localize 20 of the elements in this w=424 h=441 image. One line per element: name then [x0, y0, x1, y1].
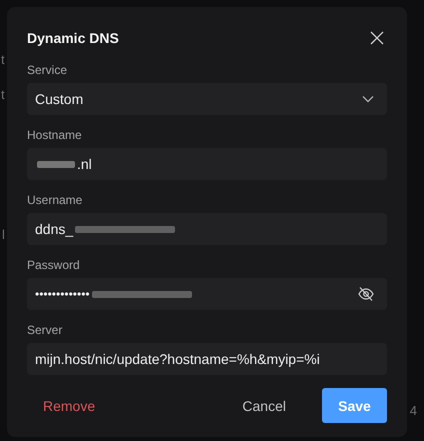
service-dropdown[interactable]: Custom — [27, 83, 387, 115]
input-field[interactable]: .nl — [27, 148, 387, 180]
password-field[interactable]: ••••••••••••• — [27, 278, 387, 310]
field-label: Hostname — [27, 128, 83, 142]
field-label: Server — [27, 323, 64, 337]
close-icon[interactable] — [370, 31, 384, 45]
input-field[interactable]: ddns_ — [27, 213, 387, 245]
field-label: Username — [27, 193, 84, 207]
field-label: Service — [27, 63, 68, 77]
background-text: t — [1, 87, 5, 102]
chevron-down-icon — [362, 95, 374, 103]
remove-button[interactable]: Remove — [27, 388, 112, 423]
background-text: 4 — [410, 403, 417, 418]
background-text: t — [1, 52, 5, 67]
background-text: l — [2, 227, 5, 242]
eye-slash-icon[interactable] — [358, 286, 374, 302]
dialog-title: Dynamic DNS — [27, 30, 119, 46]
field-label: Password — [27, 258, 81, 272]
input-field[interactable]: mijn.host/nic/update?hostname=%h&myip=%i — [27, 343, 387, 375]
cancel-button[interactable]: Cancel — [226, 388, 302, 423]
